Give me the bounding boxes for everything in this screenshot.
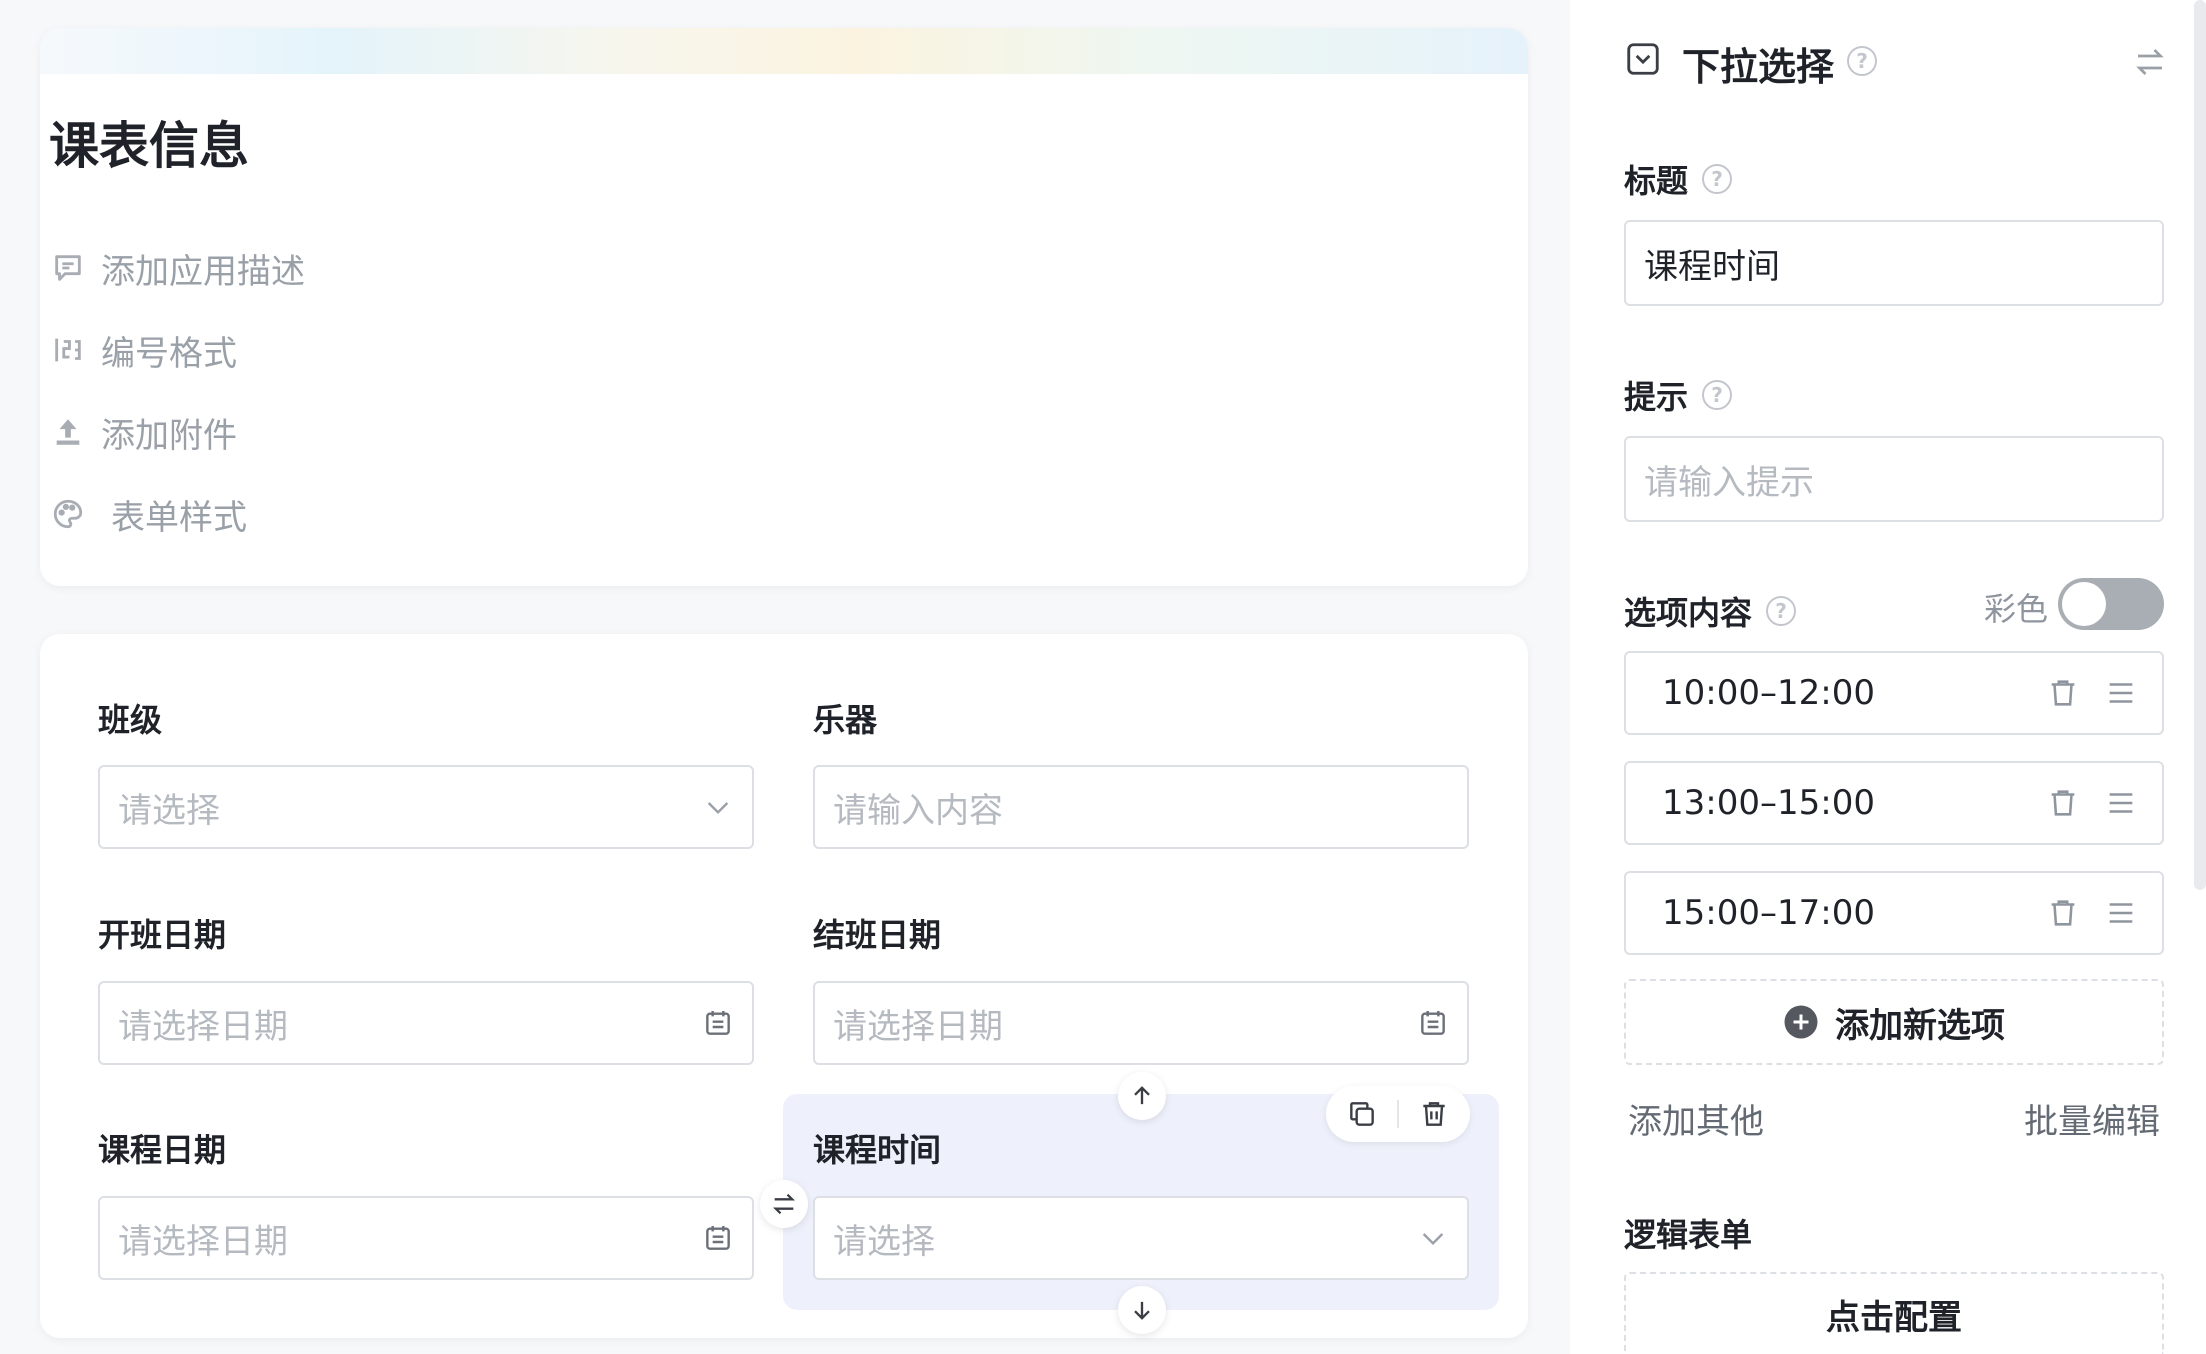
title-prop-text: 标题: [1624, 162, 1689, 200]
options-prop-text: 选项内容: [1624, 594, 1753, 632]
instrument-input-placeholder: 请输入内容: [833, 790, 1003, 831]
add-description-link[interactable]: 添加应用描述: [49, 240, 305, 296]
drag-handle-icon[interactable]: [2104, 676, 2138, 710]
hint-input-placeholder: 请输入提示: [1644, 462, 1814, 503]
class-field-label: 班级: [98, 701, 163, 739]
configure-logic-button[interactable]: 点击配置: [1624, 1272, 2164, 1354]
form-title[interactable]: 课表信息: [49, 116, 249, 176]
batch-edit-link[interactable]: 批量编辑: [2024, 1094, 2160, 1143]
arrow-up-icon: [1134, 1086, 1150, 1105]
number-format-link[interactable]: 编号格式: [49, 322, 237, 378]
start-date-field-label: 开班日期: [98, 916, 227, 954]
toolbar-divider: [1396, 1100, 1399, 1128]
add-description-label: 添加应用描述: [101, 251, 305, 292]
form-style-label: 表单样式: [111, 497, 247, 538]
logic-form-text: 逻辑表单: [1624, 1216, 1753, 1254]
color-toggle-label: 彩色: [1984, 590, 2049, 628]
chevron-down-icon: [1422, 1233, 1444, 1246]
hint-prop-label: 提示 ?: [1624, 372, 1733, 418]
field-toolbar: [1326, 1086, 1470, 1142]
form-header-card: [40, 28, 1528, 586]
option-row[interactable]: 13:00–15:00: [1624, 761, 2164, 845]
chevron-down-icon: [707, 802, 729, 815]
calendar-icon: [1421, 1011, 1445, 1035]
hint-prop-text: 提示: [1624, 378, 1689, 416]
drag-handle-icon[interactable]: [2104, 786, 2138, 820]
form-style-link[interactable]: 表单样式: [49, 486, 247, 542]
color-toggle[interactable]: [2058, 578, 2164, 630]
copy-icon[interactable]: [1346, 1098, 1378, 1130]
option-row[interactable]: 15:00–17:00: [1624, 871, 2164, 955]
hint-input[interactable]: 请输入提示: [1624, 436, 2164, 522]
end-date-placeholder: 请选择日期: [833, 1006, 1003, 1047]
drag-handle-icon[interactable]: [2104, 896, 2138, 930]
swap-icon: [773, 1193, 795, 1215]
help-icon[interactable]: ?: [1766, 596, 1797, 626]
move-up-button[interactable]: [1118, 1072, 1166, 1120]
calendar-icon: [706, 1011, 730, 1035]
configure-logic-label: 点击配置: [1826, 1297, 1962, 1338]
end-date-picker[interactable]: 请选择日期: [813, 981, 1469, 1065]
add-other-link[interactable]: 添加其他: [1628, 1094, 1764, 1143]
trash-icon[interactable]: [1418, 1098, 1450, 1130]
class-select-placeholder: 请选择: [118, 790, 220, 831]
panel-title: 下拉选择: [1682, 45, 1835, 89]
palette-icon: [49, 495, 87, 533]
title-input[interactable]: 课程时间: [1624, 220, 2164, 306]
course-time-placeholder: 请选择: [833, 1221, 935, 1262]
toggle-knob: [2062, 582, 2106, 626]
plus-circle-icon: [1784, 1005, 1818, 1039]
add-option-label: 添加新选项: [1835, 1005, 2005, 1046]
title-prop-label: 标题 ?: [1624, 156, 1733, 202]
course-time-select[interactable]: 请选择: [813, 1196, 1469, 1280]
number-format-icon: [49, 331, 87, 369]
trash-icon[interactable]: [2046, 786, 2080, 820]
swap-column-button[interactable]: [760, 1180, 808, 1228]
start-date-picker[interactable]: 请选择日期: [98, 981, 754, 1065]
course-time-field-label: 课程时间: [813, 1131, 942, 1169]
course-date-field-label: 课程日期: [98, 1131, 227, 1169]
instrument-input[interactable]: 请输入内容: [813, 765, 1469, 849]
dropdown-field-icon: [1624, 40, 1662, 78]
move-down-button[interactable]: [1118, 1286, 1166, 1334]
course-date-placeholder: 请选择日期: [118, 1221, 288, 1262]
option-actions: [2046, 676, 2138, 710]
add-attachment-link[interactable]: 添加附件: [49, 404, 237, 460]
help-icon[interactable]: ?: [1702, 380, 1733, 410]
trash-icon[interactable]: [2046, 896, 2080, 930]
option-actions: [2046, 896, 2138, 930]
switch-type-icon[interactable]: [2132, 44, 2168, 80]
option-value: 10:00–12:00: [1662, 673, 1875, 713]
panel-scrollbar[interactable]: [2194, 0, 2206, 890]
add-option-button[interactable]: 添加新选项: [1624, 979, 2164, 1065]
add-attachment-label: 添加附件: [101, 415, 237, 456]
option-row[interactable]: 10:00–12:00: [1624, 651, 2164, 735]
end-date-field-label: 结班日期: [813, 916, 942, 954]
comment-icon: [49, 249, 87, 287]
trash-icon[interactable]: [2046, 676, 2080, 710]
calendar-icon: [706, 1226, 730, 1250]
logic-form-label: 逻辑表单: [1624, 1210, 1752, 1256]
class-select[interactable]: 请选择: [98, 765, 754, 849]
option-actions: [2046, 786, 2138, 820]
title-input-value: 课程时间: [1644, 246, 1780, 287]
help-icon[interactable]: ?: [1847, 46, 1877, 76]
help-icon[interactable]: ?: [1702, 164, 1733, 194]
course-date-picker[interactable]: 请选择日期: [98, 1196, 754, 1280]
number-format-label: 编号格式: [101, 333, 237, 374]
start-date-placeholder: 请选择日期: [118, 1006, 288, 1047]
header-gradient-banner: [40, 28, 1528, 74]
options-prop-label: 选项内容 ?: [1624, 588, 1797, 634]
instrument-field-label: 乐器: [813, 701, 878, 739]
option-value: 15:00–17:00: [1662, 893, 1875, 933]
option-value: 13:00–15:00: [1662, 783, 1875, 823]
arrow-down-icon: [1134, 1301, 1150, 1320]
upload-icon: [49, 413, 87, 451]
